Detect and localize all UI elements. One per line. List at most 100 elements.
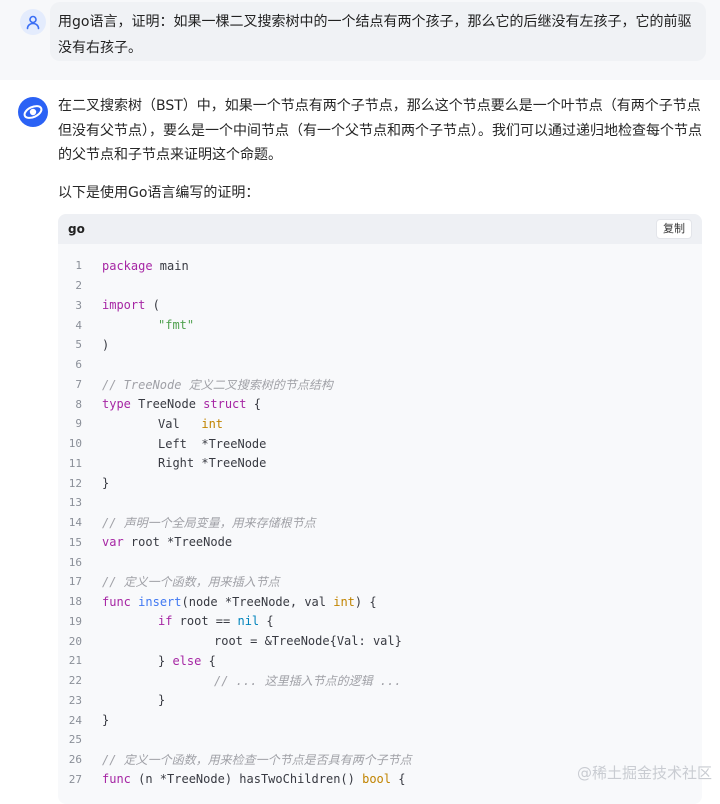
code-line: 5) [58,335,702,355]
assistant-avatar [18,97,48,127]
assistant-answer: 在二叉搜索树（BST）中，如果一个节点有两个子节点，那么这个节点要么是一个叶节点… [58,94,706,205]
code-line: 7 // TreeNode 定义二叉搜索树的节点结构 [58,375,702,395]
line-number: 15 [68,535,82,549]
code-token: ( [145,298,160,313]
answer-paragraph: 以下是使用Go语言编写的证明： [58,184,260,201]
line-number: 14 [68,516,82,530]
code-line: 22 // ... 这里插入节点的逻辑 ... [58,671,702,691]
code-line: 16 [58,552,702,572]
code-token: { [259,614,274,629]
code-token: TreeNode [130,397,204,412]
code-token: root == [172,614,238,629]
code-token: } [102,476,110,491]
code-token: type [102,397,131,412]
code-token: nil [237,614,260,629]
code-body: 1 package main 2 3 import ( 4 "fmt" 5) 6 7 /… [58,244,702,789]
line-number: 17 [68,575,82,589]
code-token: } [102,713,110,728]
code-token: insert [138,594,182,609]
code-line: 6 [58,355,702,375]
code-line: 20 root = &TreeNode{Val: val} [58,631,702,651]
line-number: 7 [75,377,82,391]
code-comment: // 定义一个函数，用来插入节点 [102,575,280,590]
code-token: ) { [354,594,377,609]
code-line: 21} else { [58,651,702,671]
code-token: import [102,298,146,313]
line-number: 24 [68,713,82,727]
code-token: bool [362,772,391,787]
line-number: 19 [68,614,82,628]
code-line: 25 [58,730,702,750]
line-number: 20 [68,634,82,648]
watermark: @稀土掘金技术社区 [576,764,712,782]
code-token: func [102,594,131,609]
line-number: 4 [75,318,82,332]
code-token: main [152,258,189,273]
code-token: int [333,594,355,609]
code-line: 17 // 定义一个函数，用来插入节点 [58,572,702,592]
line-number: 6 [75,358,82,372]
code-token: Right *TreeNode [158,456,267,471]
line-number: 26 [68,753,82,767]
line-number: 10 [68,437,82,451]
code-token: { [246,397,261,412]
code-line: 1 package main [58,256,702,276]
line-number: 11 [68,456,82,470]
line-number: 23 [68,693,82,707]
code-language-label: go [68,222,85,236]
line-number: 3 [75,298,82,312]
code-line: 10 Left *TreeNode [58,434,702,454]
line-number: 5 [75,338,82,352]
code-token: } [158,653,173,668]
code-line: 2 [58,276,702,296]
code-comment: // ... 这里插入节点的逻辑 ... [214,674,402,689]
line-number: 9 [75,417,82,431]
code-line: 13 [58,493,702,513]
line-number: 21 [68,654,82,668]
code-token: root = &TreeNode{Val: val} [214,634,402,649]
line-number: 25 [68,733,82,747]
code-line: 14 // 声明一个全局变量，用来存储根节点 [58,513,702,533]
code-token: Val [158,416,202,431]
code-token: { [391,772,406,787]
code-comment: // 声明一个全局变量，用来存储根节点 [102,516,316,531]
answer-paragraph: 在二叉搜索树（BST）中，如果一个节点有两个子节点，那么这个节点要么是一个叶节点… [58,98,702,163]
line-number: 16 [68,555,82,569]
code-token: if [158,614,173,629]
code-token: "fmt" [158,318,195,333]
user-message-row: 用go语言，证明：如果一棵二叉搜索树中的一个结点有两个孩子，那么它的后继没有左孩… [0,0,720,80]
line-number: 8 [75,397,82,411]
code-line: 3 import ( [58,296,702,316]
code-comment: // 定义一个函数，用来检查一个节点是否具有两个子节点 [102,753,412,768]
user-avatar [20,9,46,35]
code-line: 9 Val int [58,414,702,434]
code-line: 19 if root == nil { [58,612,702,632]
code-line: 12} [58,473,702,493]
code-line: 4 "fmt" [58,315,702,335]
code-block: go 复制 1 package main 2 3 import ( 4 "fmt" 5… [58,214,702,804]
code-token: package [102,258,153,273]
code-token: Left *TreeNode [158,436,267,451]
line-number: 27 [68,772,82,786]
copy-button[interactable]: 复制 [656,219,692,239]
line-number: 2 [75,279,82,293]
line-number: 12 [68,476,82,490]
code-token: (node *TreeNode, val [181,594,334,609]
code-line: 24} [58,710,702,730]
user-icon [26,15,40,30]
code-token: ) [102,337,110,352]
assistant-logo-icon [23,105,43,119]
code-token: var [102,535,124,550]
code-line: 8 type TreeNode struct { [58,394,702,414]
line-number: 18 [68,595,82,609]
line-number: 22 [68,674,82,688]
code-comment: // TreeNode 定义二叉搜索树的节点结构 [102,377,333,392]
code-token: func [102,772,131,787]
code-token: } [158,693,166,708]
code-token: int [201,416,224,431]
code-line: 23} [58,691,702,711]
code-line: 18 func insert (node *TreeNode, val int) { [58,592,702,612]
code-token: struct [203,397,247,412]
line-number: 13 [68,496,82,510]
code-token: root *TreeNode [123,535,233,550]
